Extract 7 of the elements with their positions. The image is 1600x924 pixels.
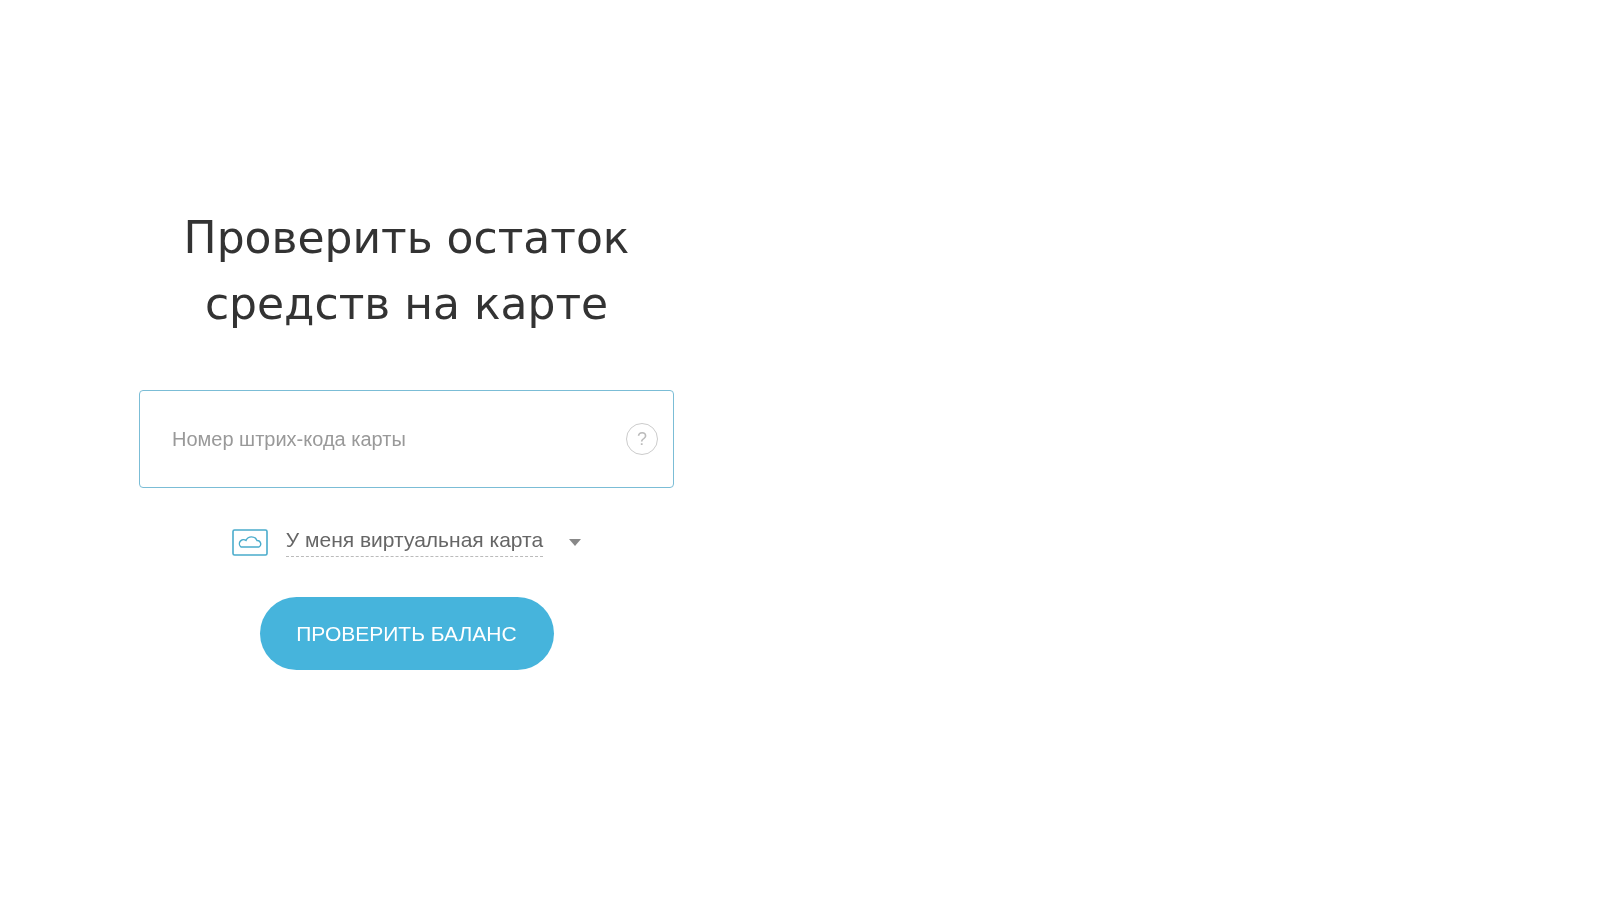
virtual-card-link[interactable]: У меня виртуальная карта — [285, 528, 544, 557]
page-title: средств на карте — [204, 277, 609, 331]
page-title: Проверить остаток — [183, 211, 630, 265]
check-balance-button[interactable]: ПРОВЕРИТЬ БАЛАНС — [259, 597, 554, 670]
barcode-input-field[interactable]: Номер штрих-кода карты ? — [139, 390, 674, 488]
cloud-card-icon — [231, 529, 268, 556]
caret-icon[interactable] — [569, 539, 582, 546]
